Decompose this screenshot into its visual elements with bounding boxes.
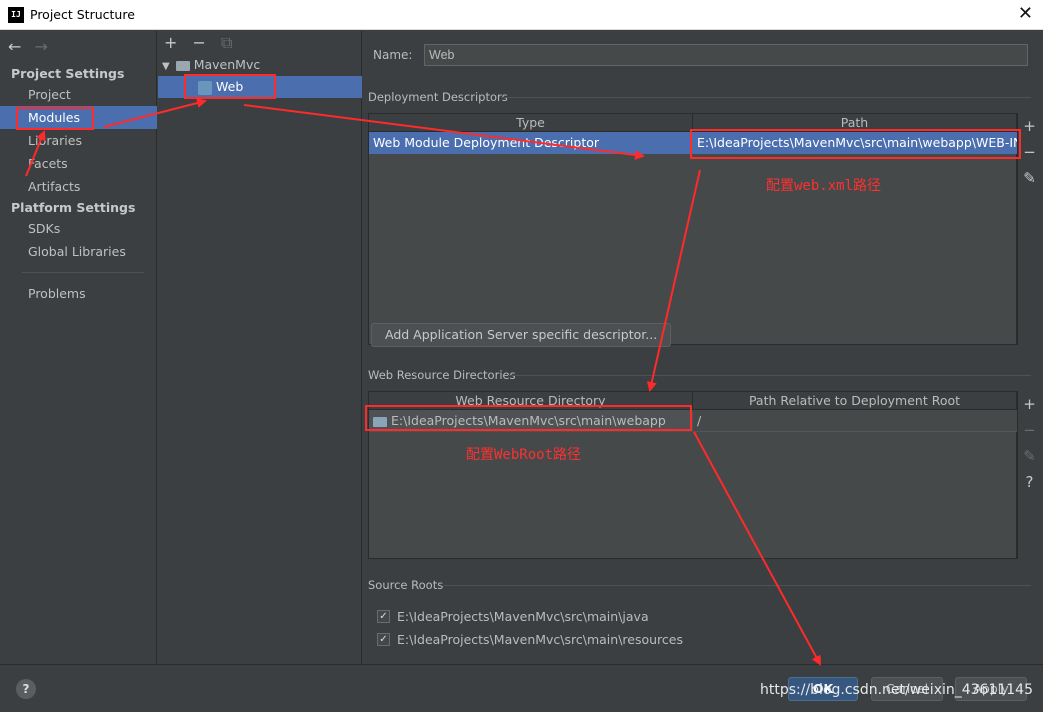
deployment-descriptors-heading: Deployment Descriptors (368, 90, 508, 104)
group-divider (501, 97, 1031, 98)
source-root-checkbox-resources[interactable]: ✓ (377, 633, 390, 646)
project-settings-heading: Project Settings (11, 66, 125, 81)
group-divider (443, 585, 1031, 586)
module-tree-panel: + − ⧉ ▼ MavenMvc Web (158, 31, 362, 664)
annotation-box-web (184, 74, 276, 99)
annotation-box-descriptor-path (690, 129, 1021, 159)
source-root-path-resources: E:\IdeaProjects\MavenMvc\src\main\resour… (397, 632, 683, 647)
sidebar-divider (22, 272, 144, 273)
sidebar-item-global-libraries[interactable]: Global Libraries (0, 240, 157, 263)
annotation-web-xml: 配置web.xml路径 (766, 178, 882, 194)
copy-module-icon[interactable]: ⧉ (221, 33, 232, 52)
remove-descriptor-icon[interactable]: − (1018, 139, 1041, 165)
source-roots-heading: Source Roots (368, 578, 444, 592)
sidebar-item-libraries[interactable]: Libraries (0, 129, 157, 152)
back-arrow-icon[interactable]: ← (8, 37, 21, 56)
web-resource-directories-heading: Web Resource Directories (368, 368, 516, 382)
facet-details-panel: Name: Deployment Descriptors Type Path W… (363, 31, 1043, 664)
nav-arrows: ← → (8, 37, 56, 56)
tree-node-mavenmvc[interactable]: ▼ MavenMvc (158, 54, 362, 76)
name-input[interactable] (424, 44, 1028, 66)
tree-node-label: MavenMvc (193, 57, 261, 72)
window-title: Project Structure (30, 7, 135, 22)
edit-descriptor-icon[interactable]: ✎ (1018, 165, 1041, 191)
expand-triangle-icon[interactable]: ▼ (162, 61, 170, 72)
source-root-path-java: E:\IdeaProjects\MavenMvc\src\main\java (397, 609, 649, 624)
annotation-web-root: 配置WebRoot路径 (466, 447, 582, 463)
add-server-descriptor-button[interactable]: Add Application Server specific descript… (371, 323, 672, 347)
help-icon[interactable]: ? (16, 679, 36, 699)
tree-toolbar: + − ⧉ (164, 33, 242, 53)
add-directory-icon[interactable]: + (1018, 391, 1041, 417)
name-label: Name: (373, 48, 413, 62)
sidebar-item-sdks[interactable]: SDKs (0, 217, 157, 240)
help-icon[interactable]: ? (1018, 469, 1041, 495)
close-icon[interactable]: ✕ (1018, 3, 1033, 24)
group-divider (508, 375, 1031, 376)
forward-arrow-icon[interactable]: → (35, 37, 48, 56)
column-header-type[interactable]: Type (369, 114, 693, 132)
sidebar-item-artifacts[interactable]: Artifacts (0, 175, 157, 198)
folder-icon (175, 60, 190, 71)
add-descriptor-icon[interactable]: + (1018, 113, 1041, 139)
add-module-icon[interactable]: + (164, 33, 177, 52)
column-header-relative-path[interactable]: Path Relative to Deployment Root (693, 392, 1017, 410)
sidebar-item-project[interactable]: Project (0, 83, 157, 106)
edit-directory-icon[interactable]: ✎ (1018, 443, 1041, 469)
source-root-checkbox-java[interactable]: ✓ (377, 610, 390, 623)
remove-module-icon[interactable]: − (193, 33, 206, 52)
remove-directory-icon[interactable]: − (1018, 417, 1041, 443)
table-cell-type[interactable]: Web Module Deployment Descriptor (369, 132, 693, 154)
intellij-app-icon: IJ (8, 7, 24, 23)
sidebar-item-problems[interactable]: Problems (0, 282, 157, 305)
title-bar: IJ Project Structure ✕ (0, 0, 1043, 30)
annotation-box-modules (16, 107, 94, 130)
platform-settings-heading: Platform Settings (11, 200, 136, 215)
watermark-text: https://blog.csdn.net/weixin_43611145 (759, 682, 1033, 698)
sidebar-item-facets[interactable]: Facets (0, 152, 157, 175)
table-cell-relative-path[interactable]: / (693, 410, 1017, 432)
annotation-box-resource-dir (365, 405, 692, 431)
dialog-footer: ? OK Cancel Apply https://blog.csdn.net/… (0, 664, 1043, 712)
web-resource-side-toolbar: + − ✎ ? (1017, 391, 1041, 559)
